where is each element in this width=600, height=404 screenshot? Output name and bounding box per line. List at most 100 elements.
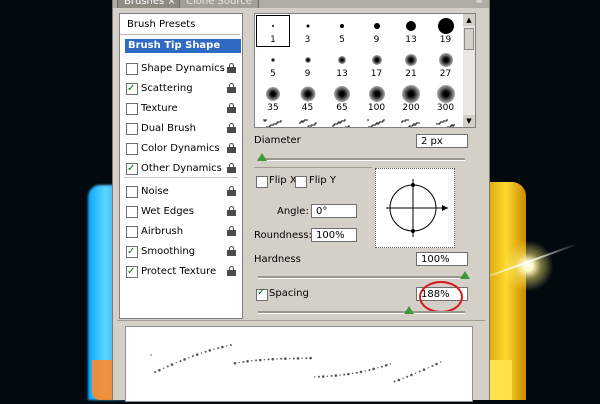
brush-tip-textured[interactable] (325, 117, 359, 127)
brush-tip-preview-icon (436, 85, 455, 103)
hardness-slider-thumb[interactable] (460, 271, 470, 279)
brush-tip-grid: 1 3 5 9 13 19 5 9 13 17 21 27 35 45 65 100 200 300 (254, 13, 465, 128)
brush-tip-preview-icon (304, 57, 311, 63)
brush-tip-11[interactable]: 27 (429, 49, 463, 81)
brush-tip-13[interactable]: 45 (291, 83, 325, 115)
option-smoothing[interactable]: Smoothing (126, 244, 242, 260)
option-dual-brush[interactable]: Dual Brush (126, 121, 242, 137)
option-checkbox[interactable] (126, 63, 138, 75)
lock-icon[interactable] (227, 143, 236, 153)
brush-tip-size: 65 (336, 103, 348, 113)
option-checkbox[interactable] (126, 264, 138, 280)
brush-tip-size: 1 (270, 35, 276, 45)
brush-tip-textured[interactable] (429, 117, 463, 127)
brush-tip-17[interactable]: 300 (429, 83, 463, 115)
brush-tip-textured[interactable] (256, 117, 290, 127)
option-checkbox[interactable] (126, 186, 138, 198)
option-checkbox[interactable] (126, 206, 138, 218)
brush-tip-textured[interactable] (360, 117, 394, 127)
brush-tip-14[interactable]: 65 (325, 83, 359, 115)
spacing-checkbox[interactable] (256, 287, 268, 301)
option-checkbox[interactable] (126, 226, 138, 238)
option-checkbox[interactable] (126, 244, 138, 260)
option-label: Protect Texture (141, 266, 217, 277)
panel-menu-icon[interactable]: ≡ (475, 0, 483, 6)
angle-roundness-widget[interactable] (375, 168, 455, 248)
lock-icon[interactable] (227, 226, 236, 236)
option-color-dynamics[interactable]: Color Dynamics (126, 141, 242, 157)
brush-tip-12[interactable]: 35 (256, 83, 290, 115)
brush-tip-16[interactable]: 200 (394, 83, 428, 115)
divider (124, 177, 238, 178)
option-checkbox[interactable] (126, 103, 138, 115)
brush-tip-4[interactable]: 13 (394, 15, 428, 47)
brush-tip-size: 13 (336, 69, 348, 79)
roundness-field[interactable]: 100% (311, 228, 357, 242)
textured-brush-icon (435, 119, 455, 127)
flip-y-checkbox[interactable] (295, 176, 307, 188)
lock-icon[interactable] (227, 123, 236, 133)
brush-tip-size: 100 (367, 103, 386, 113)
brush-tip-size: 35 (267, 103, 279, 113)
lock-icon[interactable] (227, 266, 236, 276)
brush-tip-size: 19 (439, 35, 452, 45)
lock-icon[interactable] (227, 103, 236, 113)
brush-tip-preview-icon (373, 23, 380, 29)
hardness-field[interactable]: 100% (416, 252, 468, 266)
option-protect-texture[interactable]: Protect Texture (126, 264, 242, 280)
brush-tip-preview-icon (340, 24, 344, 28)
lock-icon[interactable] (227, 83, 236, 93)
option-noise[interactable]: Noise (126, 184, 242, 200)
brush-tip-shape-item[interactable]: Brush Tip Shape (125, 39, 241, 53)
diameter-slider-thumb[interactable] (257, 153, 268, 161)
brush-presets-item[interactable]: Brush Presets (120, 14, 240, 35)
tab-brushes[interactable]: Brushes × (117, 0, 183, 8)
scroll-up-icon[interactable]: ▲ (463, 14, 475, 26)
option-shape-dynamics[interactable]: Shape Dynamics (126, 61, 242, 77)
option-checkbox[interactable] (126, 161, 138, 177)
option-checkbox[interactable] (126, 81, 138, 97)
option-texture[interactable]: Texture (126, 101, 242, 117)
brush-tip-7[interactable]: 9 (291, 49, 325, 81)
brush-tip-10[interactable]: 21 (394, 49, 428, 81)
diameter-slider-track[interactable] (258, 158, 465, 161)
flip-x-checkbox[interactable] (256, 176, 268, 188)
option-wet-edges[interactable]: Wet Edges (126, 204, 242, 220)
lock-icon[interactable] (227, 163, 236, 173)
brush-tip-3[interactable]: 9 (360, 15, 394, 47)
spacing-slider-thumb[interactable] (404, 306, 415, 314)
brush-tip-0[interactable]: 1 (256, 15, 290, 47)
hardness-slider-track[interactable] (258, 276, 465, 279)
lock-icon[interactable] (227, 186, 236, 196)
brush-tip-15[interactable]: 100 (360, 83, 394, 115)
brush-tip-1[interactable]: 3 (291, 15, 325, 47)
option-checkbox[interactable] (126, 123, 138, 135)
brush-tip-2[interactable]: 5 (325, 15, 359, 47)
brush-tip-textured[interactable] (291, 117, 325, 127)
brush-tip-textured[interactable] (394, 117, 428, 127)
brush-tip-size: 3 (304, 35, 311, 45)
brush-tip-9[interactable]: 17 (360, 49, 394, 81)
scroll-thumb[interactable] (464, 28, 474, 50)
brush-tip-8[interactable]: 13 (325, 49, 359, 81)
lock-icon[interactable] (227, 63, 236, 73)
option-checkbox[interactable] (126, 143, 138, 155)
diameter-field[interactable]: 2 px (416, 134, 468, 148)
brush-tip-5[interactable]: 19 (429, 15, 463, 47)
option-scattering[interactable]: Scattering (126, 81, 242, 97)
brush-tip-preview-icon (272, 25, 274, 27)
brush-tip-preview-icon (300, 86, 315, 102)
flip-y-label: Flip Y (309, 175, 336, 186)
option-label: Shape Dynamics (141, 63, 225, 74)
option-other-dynamics[interactable]: Other Dynamics (126, 161, 242, 177)
brush-tip-6[interactable]: 5 (256, 49, 290, 81)
lock-icon[interactable] (227, 246, 236, 256)
angle-field[interactable]: 0° (311, 204, 357, 218)
option-airbrush[interactable]: Airbrush (126, 224, 242, 240)
tab-clone-source[interactable]: Clone Source (179, 0, 259, 8)
brush-tip-scrollbar[interactable]: ▲ ▼ (463, 13, 476, 128)
spacing-slider-track[interactable] (258, 311, 465, 314)
lock-icon[interactable] (227, 206, 236, 216)
scroll-down-icon[interactable]: ▼ (463, 115, 475, 127)
flip-x-label: Flip X (269, 175, 297, 186)
